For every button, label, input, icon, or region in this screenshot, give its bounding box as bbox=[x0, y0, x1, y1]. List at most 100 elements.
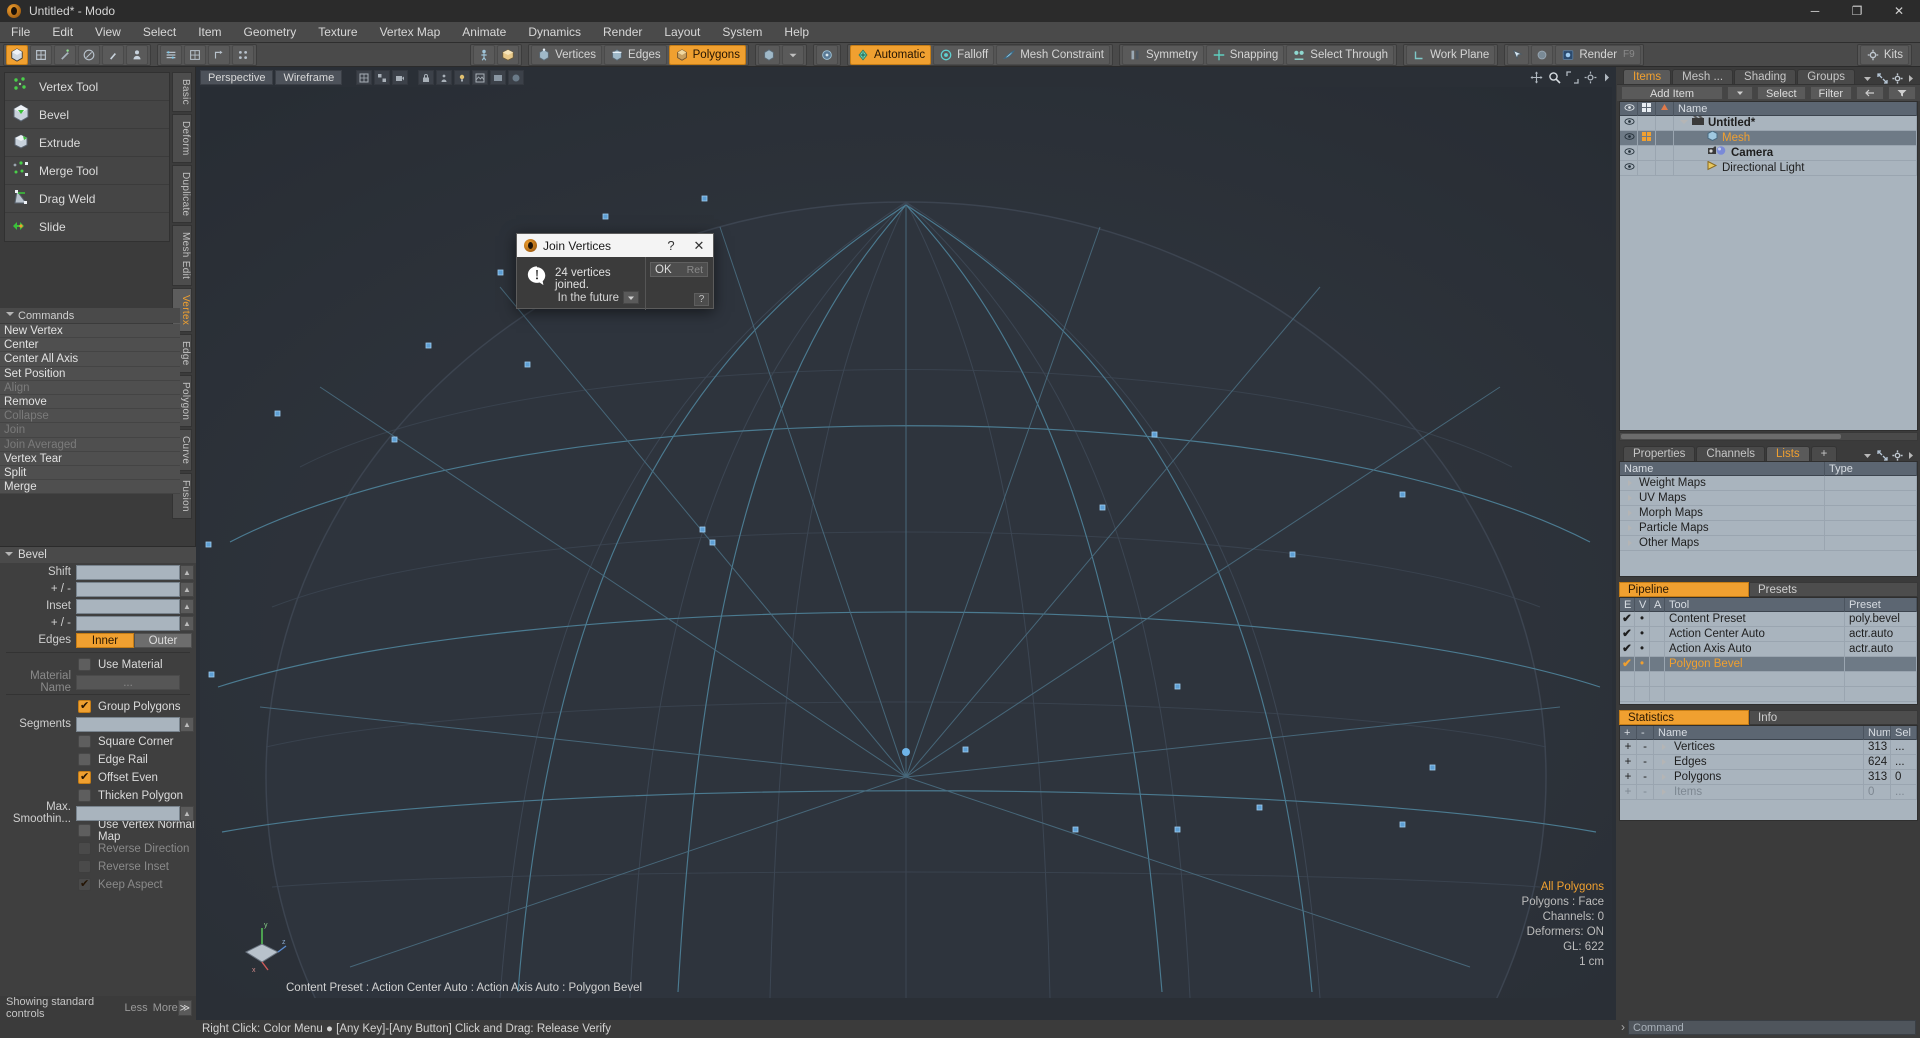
item-name-cell[interactable]: Untitled* bbox=[1674, 115, 1917, 131]
render-display-icon[interactable] bbox=[1531, 44, 1554, 65]
maximize-button[interactable]: ❐ bbox=[1836, 0, 1878, 22]
menu-file[interactable]: File bbox=[0, 22, 41, 43]
menu-edit[interactable]: Edit bbox=[41, 22, 84, 43]
stats-name-cell[interactable]: Polygons bbox=[1654, 769, 1864, 785]
command-new-vertex[interactable]: New Vertex bbox=[0, 324, 180, 339]
dialog-future-dropdown-icon[interactable] bbox=[623, 291, 639, 304]
action-center-mode-icon[interactable] bbox=[815, 44, 838, 65]
command-remove[interactable]: Remove bbox=[0, 394, 180, 410]
tab-shading[interactable]: Shading bbox=[1734, 69, 1797, 84]
items-filter-button[interactable]: Filter bbox=[1809, 86, 1852, 100]
footer-more-link[interactable]: More bbox=[153, 1002, 178, 1014]
lists-row[interactable]: Weight Maps bbox=[1620, 475, 1917, 491]
pipeline-row[interactable]: ✔ • Polygon Bevel bbox=[1620, 656, 1917, 672]
work-plane-button[interactable]: Work Plane bbox=[1406, 44, 1496, 65]
item-material-cell[interactable] bbox=[1656, 130, 1674, 146]
command-split[interactable]: Split bbox=[0, 465, 180, 481]
use-material-checkbox[interactable] bbox=[78, 658, 91, 671]
checkbox-offset-even[interactable] bbox=[78, 770, 91, 784]
viewport-shading-icon[interactable] bbox=[508, 70, 525, 85]
dialog-future-option[interactable]: In the future bbox=[558, 291, 639, 304]
option-button-select-through[interactable]: Select Through bbox=[1286, 44, 1395, 65]
material-name-field[interactable]: ... bbox=[76, 674, 180, 690]
option-button-snapping[interactable]: Snapping bbox=[1205, 44, 1285, 65]
menu-animate[interactable]: Animate bbox=[451, 22, 517, 43]
stats-name-cell[interactable]: Vertices bbox=[1654, 739, 1864, 755]
tool-tab-mesh-edit[interactable]: Mesh Edit bbox=[172, 224, 192, 287]
item-name-cell[interactable]: Directional Light bbox=[1674, 160, 1917, 176]
pipeline-enable-check[interactable]: ✔ bbox=[1620, 641, 1635, 657]
bevel-field-spinner[interactable]: ▲ bbox=[180, 598, 194, 614]
stats-remove-button[interactable]: - bbox=[1637, 784, 1654, 800]
item-name-cell[interactable]: Mesh bbox=[1674, 130, 1917, 146]
dialog-close-button[interactable]: ✕ bbox=[685, 234, 713, 257]
pipeline-tool-cell[interactable]: Content Preset bbox=[1665, 611, 1845, 627]
stats-add-button[interactable]: + bbox=[1620, 769, 1637, 785]
expand-panel-button[interactable]: ≫ bbox=[177, 1000, 192, 1016]
stats-add-button[interactable]: + bbox=[1620, 754, 1637, 770]
tab-+[interactable]: + bbox=[1810, 446, 1838, 461]
bevel-field-input[interactable]: ▲ bbox=[76, 581, 194, 597]
dropdown-arrow-icon[interactable] bbox=[1862, 450, 1873, 461]
menu-view[interactable]: View bbox=[84, 22, 132, 43]
mode-button-edges[interactable]: Edges bbox=[604, 44, 667, 65]
menu-geometry[interactable]: Geometry bbox=[233, 22, 308, 43]
footer-less-link[interactable]: Less bbox=[124, 1002, 147, 1014]
expander-icon[interactable] bbox=[1662, 789, 1666, 795]
item-visibility-toggle[interactable] bbox=[1620, 115, 1638, 131]
statistics-row[interactable]: + - Polygons 313 0 bbox=[1620, 769, 1917, 785]
command-merge[interactable]: Merge bbox=[0, 480, 180, 495]
expander-icon[interactable] bbox=[1628, 510, 1632, 516]
lists-row[interactable]: Morph Maps bbox=[1620, 505, 1917, 521]
pipeline-preset-cell[interactable]: actr.auto bbox=[1845, 626, 1917, 642]
viewport-canvas[interactable]: All Polygons Polygons : Face Channels: 0… bbox=[200, 87, 1612, 998]
pipeline-preset-cell[interactable]: poly.bevel bbox=[1845, 611, 1917, 627]
pipeline-active-cell[interactable] bbox=[1650, 611, 1665, 627]
pipeline-row[interactable]: ✔ • Action Center Auto actr.auto bbox=[1620, 626, 1917, 642]
item-visibility-toggle[interactable] bbox=[1620, 160, 1638, 176]
pipeline-preset-cell[interactable]: actr.auto bbox=[1845, 641, 1917, 657]
lists-name-cell[interactable]: UV Maps bbox=[1620, 490, 1825, 506]
add-item-button[interactable]: Add Item bbox=[1621, 86, 1723, 100]
items-collapse-icon[interactable] bbox=[1856, 86, 1884, 100]
minimize-button[interactable]: ─ bbox=[1794, 0, 1836, 22]
dialog-ok-button[interactable]: OK Ret bbox=[650, 262, 708, 277]
bevel-field-spinner[interactable]: ▲ bbox=[180, 564, 194, 580]
action-button-mesh-constraint[interactable]: Mesh Constraint bbox=[996, 44, 1110, 65]
gear-icon[interactable] bbox=[1892, 450, 1903, 461]
viewport-camera-icon[interactable] bbox=[392, 70, 409, 85]
max-smoothing-spinner[interactable]: ▲ bbox=[180, 805, 194, 821]
tool-extrude[interactable]: Extrude bbox=[5, 129, 169, 157]
tab-groups[interactable]: Groups bbox=[1797, 69, 1855, 84]
checkbox-thicken-polygon[interactable] bbox=[78, 789, 91, 802]
pipeline-visible-dot[interactable]: • bbox=[1635, 626, 1650, 642]
chevron-down-icon[interactable] bbox=[781, 44, 804, 65]
tool-tab-duplicate[interactable]: Duplicate bbox=[172, 164, 192, 223]
mode-button-polygons[interactable]: Polygons bbox=[668, 44, 746, 65]
setup-mode-icon[interactable] bbox=[473, 44, 496, 65]
edges-outer-button[interactable]: Outer bbox=[134, 632, 192, 648]
dropdown-arrow-icon[interactable] bbox=[1862, 73, 1873, 84]
items-filter-funnel-icon[interactable] bbox=[1888, 86, 1916, 100]
max-smoothing-field[interactable]: ▲ bbox=[76, 805, 194, 821]
bevel-field-spinner[interactable]: ▲ bbox=[180, 615, 194, 631]
lists-row[interactable]: Other Maps bbox=[1620, 535, 1917, 551]
action-button-automatic[interactable]: Automatic bbox=[849, 44, 932, 65]
expander-icon[interactable] bbox=[1628, 480, 1632, 486]
tool-merge-tool[interactable]: Merge Tool bbox=[5, 157, 169, 185]
checkbox-square-corner[interactable] bbox=[78, 735, 91, 748]
tab-presets[interactable]: Presets bbox=[1749, 582, 1918, 597]
viewport-shading-mode-button[interactable]: Wireframe bbox=[275, 70, 343, 85]
expander-icon[interactable] bbox=[1662, 759, 1666, 765]
menu-dynamics[interactable]: Dynamics bbox=[517, 22, 592, 43]
menu-layout[interactable]: Layout bbox=[653, 22, 711, 43]
preview-render-icon[interactable] bbox=[1507, 44, 1530, 65]
grid-snap-icon[interactable] bbox=[184, 44, 206, 65]
item-grid-toggle[interactable] bbox=[1638, 160, 1656, 176]
bevel-field-input[interactable]: ▲ bbox=[76, 564, 194, 580]
items-row[interactable]: Directional Light bbox=[1620, 160, 1917, 176]
expander-icon[interactable] bbox=[1662, 744, 1666, 750]
items-scroll-thumb[interactable] bbox=[1621, 434, 1841, 439]
grid-mode-button[interactable] bbox=[30, 44, 52, 65]
pipeline-tool-cell[interactable]: Action Axis Auto bbox=[1665, 641, 1845, 657]
